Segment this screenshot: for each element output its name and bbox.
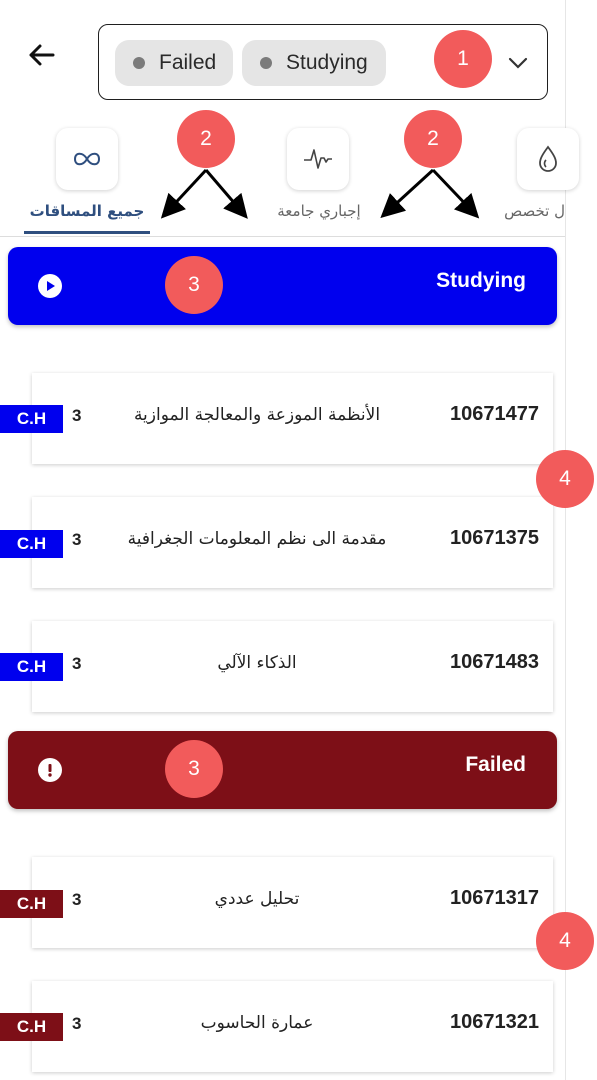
annotation-arrow <box>160 168 208 219</box>
section-header-failed[interactable]: Failed <box>8 731 557 809</box>
annotation-badge: 3 <box>165 256 223 314</box>
section-title: Failed <box>465 753 526 776</box>
course-card[interactable]: 10671321 عمارة الحاسوب 3 <box>32 981 553 1072</box>
credit-hours-tag: C.H <box>0 530 63 558</box>
credit-hours: 3 <box>72 654 82 673</box>
course-card[interactable]: 10671375 مقدمة الى نظم المعلومات الجغراف… <box>32 497 553 588</box>
course-code: 10671317 <box>450 887 539 909</box>
annotation-badge: 3 <box>165 740 223 798</box>
credit-hours-tag: C.H <box>0 1013 63 1041</box>
course-card[interactable]: 10671483 الذكاء الآلي 3 <box>32 621 553 712</box>
annotation-arrows <box>160 168 480 219</box>
annotation-badge: 4 <box>536 912 594 970</box>
course-card[interactable]: 10671317 تحليل عددي 3 <box>32 857 553 948</box>
course-code: 10671477 <box>450 403 539 425</box>
credit-hours-tag: C.H <box>0 405 63 433</box>
annotation-badge: 4 <box>536 450 594 508</box>
annotation-arrow <box>380 168 435 219</box>
section-header-studying[interactable]: Studying <box>8 247 557 325</box>
course-code: 10671375 <box>450 527 539 549</box>
credit-hours: 3 <box>72 890 82 909</box>
alert-circle-icon <box>38 758 62 782</box>
course-name: تحليل عددي <box>214 889 300 909</box>
course-name: الأنظمة الموزعة والمعالجة الموازية <box>133 405 381 425</box>
credit-hours: 3 <box>72 530 82 549</box>
course-name: عمارة الحاسوب <box>200 1013 314 1033</box>
course-name: مقدمة الى نظم المعلومات الجغرافية <box>127 529 387 549</box>
annotation-arrow <box>204 169 248 219</box>
play-circle-icon <box>38 274 62 298</box>
annotation-arrow <box>431 168 480 219</box>
course-name: الذكاء الآلي <box>217 653 297 673</box>
course-code: 10671483 <box>450 651 539 673</box>
credit-hours-tag: C.H <box>0 653 63 681</box>
credit-hours: 3 <box>72 406 82 425</box>
credit-hours: 3 <box>72 1014 82 1033</box>
course-card[interactable]: 10671477 الأنظمة الموزعة والمعالجة الموا… <box>32 373 553 464</box>
course-code: 10671321 <box>450 1011 539 1033</box>
credit-hours-tag: C.H <box>0 890 63 918</box>
section-title: Studying <box>436 269 526 292</box>
